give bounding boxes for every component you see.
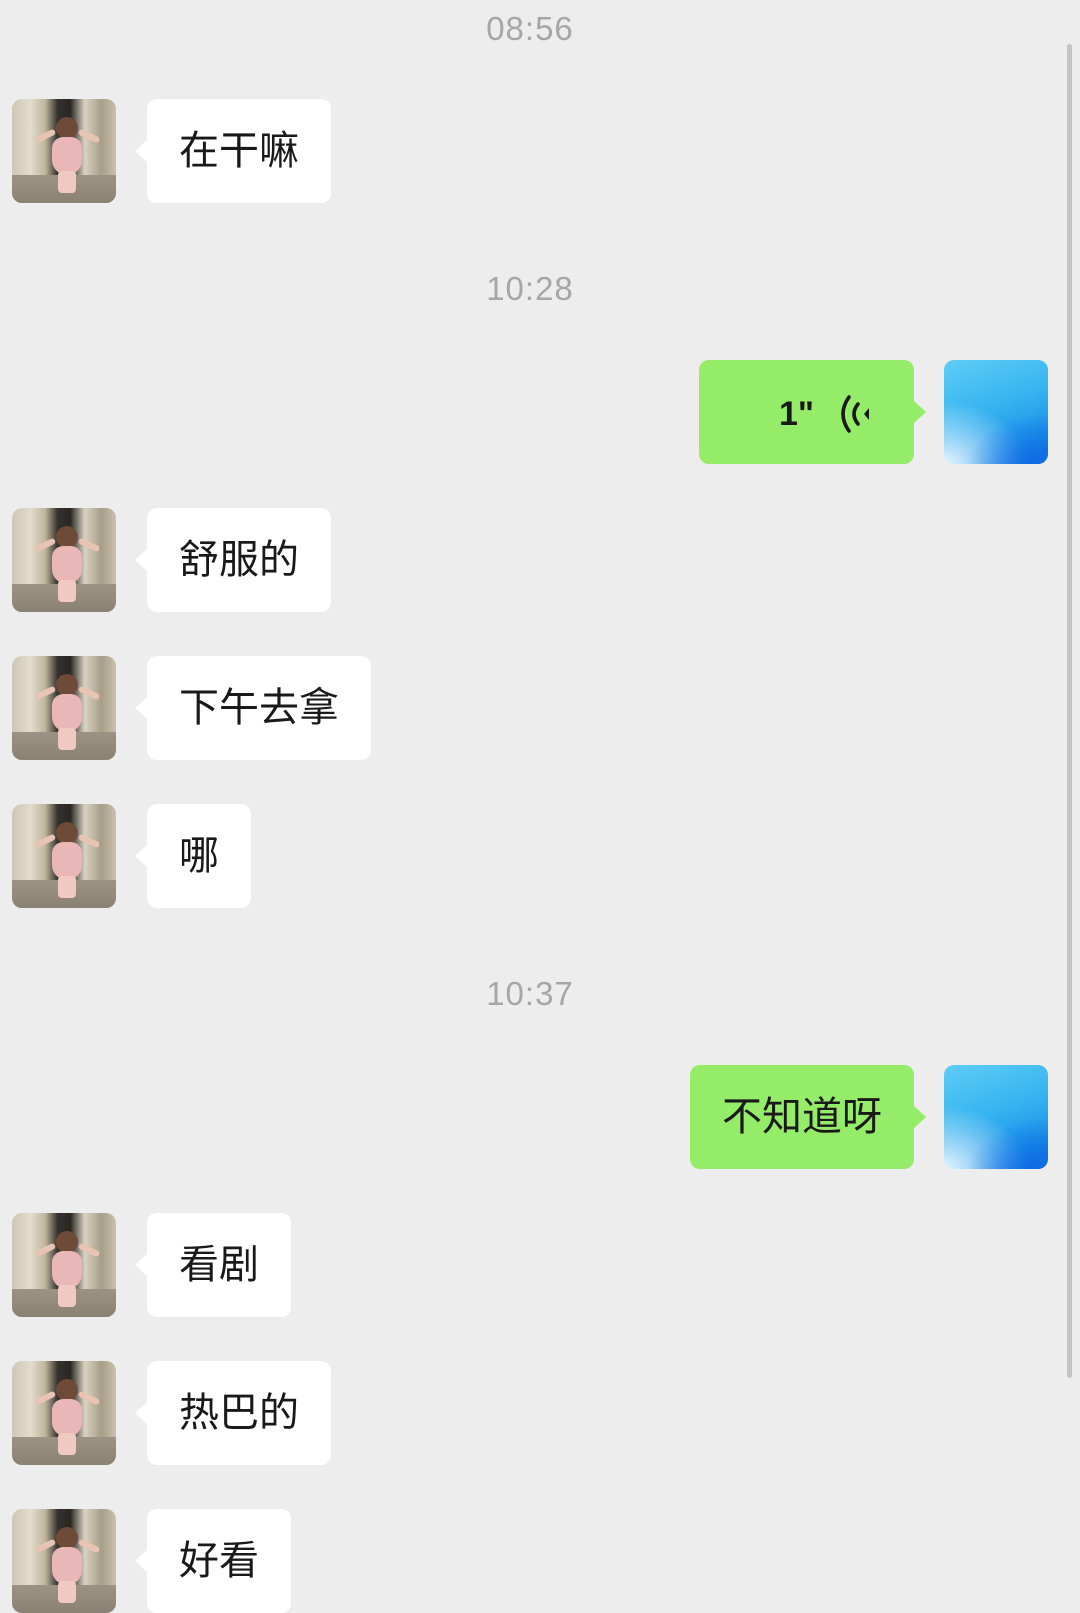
contact-avatar[interactable] <box>12 508 116 612</box>
contact-avatar[interactable] <box>12 1361 116 1465</box>
message-bubble-incoming[interactable]: 哪 <box>135 804 251 908</box>
message-bubble-incoming[interactable]: 热巴的 <box>135 1361 331 1465</box>
voice-duration: 1" <box>778 395 814 433</box>
message-bubble-incoming[interactable]: 好看 <box>135 1509 291 1613</box>
message-bubble-outgoing[interactable]: 不知道呀 <box>690 1065 926 1169</box>
my-avatar[interactable] <box>944 360 1048 464</box>
scrollbar[interactable] <box>1067 44 1072 1378</box>
message-bubble-incoming[interactable]: 舒服的 <box>135 508 331 612</box>
message-bubble-incoming[interactable]: 看剧 <box>135 1213 291 1317</box>
timestamp: 10:28 <box>486 270 574 307</box>
voice-wave-icon <box>841 395 869 433</box>
my-avatar[interactable] <box>944 1065 1048 1169</box>
contact-avatar[interactable] <box>12 1509 116 1613</box>
voice-message-bubble[interactable]: 1" <box>699 360 926 464</box>
contact-avatar[interactable] <box>12 99 116 203</box>
chat-message-list[interactable]: 08:56 在干嘛 10:28 1" 舒服的 下午去拿 哪 10:37 不知道呀… <box>0 0 1080 1613</box>
contact-avatar[interactable] <box>12 804 116 908</box>
message-bubble-incoming[interactable]: 下午去拿 <box>135 656 371 760</box>
timestamp: 10:37 <box>486 975 574 1012</box>
contact-avatar[interactable] <box>12 1213 116 1317</box>
timestamp: 08:56 <box>486 10 574 47</box>
message-bubble-incoming[interactable]: 在干嘛 <box>135 99 331 203</box>
contact-avatar[interactable] <box>12 656 116 760</box>
